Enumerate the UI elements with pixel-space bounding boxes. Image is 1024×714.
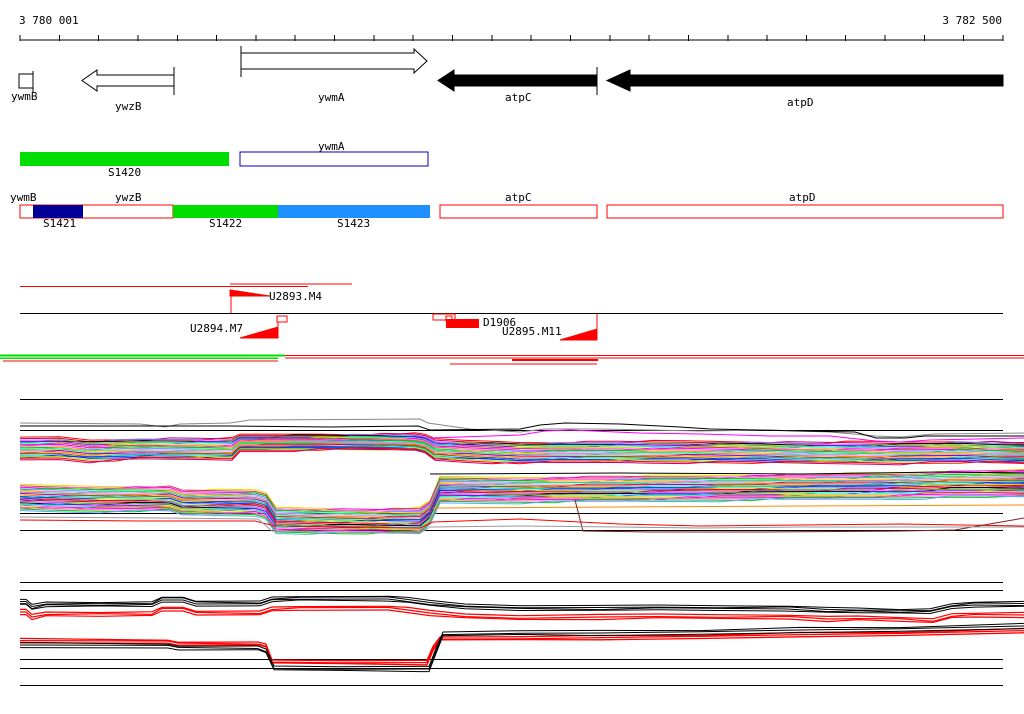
profile-line	[19, 628, 1024, 673]
segment-track: ywmA S1420 ywmB ywzB atpC atpD S1421 S1422 S1423	[10, 140, 1004, 230]
ruler-start-label: 3 780 001	[19, 14, 79, 27]
feature-label-U2893.M4: U2893.M4	[269, 290, 322, 303]
gene-track: ywmB ywzB ywmA atpC atpD	[11, 46, 1004, 113]
summary-band-segment	[0, 354, 285, 357]
segment-atpD-outline[interactable]	[606, 204, 1004, 219]
segment-label-S1421: S1421	[43, 217, 76, 230]
feature-glyph-U2893.M4[interactable]	[229, 289, 271, 297]
ruler-end-label: 3 782 500	[942, 14, 1002, 27]
feature-track: U2893.M4U2894.M7 D1906U2895.M11	[0, 283, 1024, 365]
gene-label-ywzB: ywzB	[115, 100, 142, 113]
segment-ywmA[interactable]	[239, 151, 429, 167]
feature-label-U2895.M11: U2895.M11	[502, 325, 562, 338]
gene-glyph-ywmA[interactable]	[240, 47, 428, 75]
gene-glyph-ywmB[interactable]	[18, 73, 34, 89]
segment-label-ywzB: ywzB	[115, 191, 142, 204]
feature-glyph-U2894.M7[interactable]	[276, 315, 288, 323]
segment-label-ywmB: ywmB	[10, 191, 37, 204]
gene-label-atpD: atpD	[787, 96, 814, 109]
gene-glyph-atpC[interactable]	[437, 69, 598, 92]
feature-glyph-U2894.M7[interactable]	[239, 326, 279, 339]
feature-label-U2894.M7: U2894.M7	[190, 322, 243, 335]
segment-atpC-outline[interactable]	[439, 204, 598, 219]
gene-glyph-atpD[interactable]	[605, 69, 1004, 92]
profile-panel-1	[19, 399, 1024, 535]
segment-label-S1423: S1423	[337, 217, 370, 230]
profile-panel-2	[19, 582, 1024, 686]
segment-label-S1422: S1422	[209, 217, 242, 230]
profile-line	[19, 622, 1024, 668]
segment-S1420[interactable]	[20, 152, 229, 166]
genome-browser: 3 780 001 3 782 500 ywmB ywzB ywmA atpC atpD…	[0, 0, 1024, 714]
gene-label-ywmA: ywmA	[318, 91, 345, 104]
gene-label-atpC: atpC	[505, 91, 532, 104]
segment-label-atpD: atpD	[789, 191, 816, 204]
segment-label-atpC: atpC	[505, 191, 532, 204]
profile-line	[432, 504, 1024, 509]
segment-label-ywmA: ywmA	[318, 140, 345, 153]
ruler-track	[19, 35, 1004, 41]
genome-browser-canvas: 3 780 001 3 782 500 ywmB ywzB ywmA atpC atpD…	[0, 14, 1024, 686]
gene-glyph-ywzB[interactable]	[81, 69, 175, 92]
segment-label-S1420: S1420	[108, 166, 141, 179]
gene-label-ywmB: ywmB	[11, 90, 38, 103]
feature-glyph-D1906[interactable]	[446, 319, 479, 328]
feature-glyph-U2895.M11[interactable]	[559, 328, 598, 341]
